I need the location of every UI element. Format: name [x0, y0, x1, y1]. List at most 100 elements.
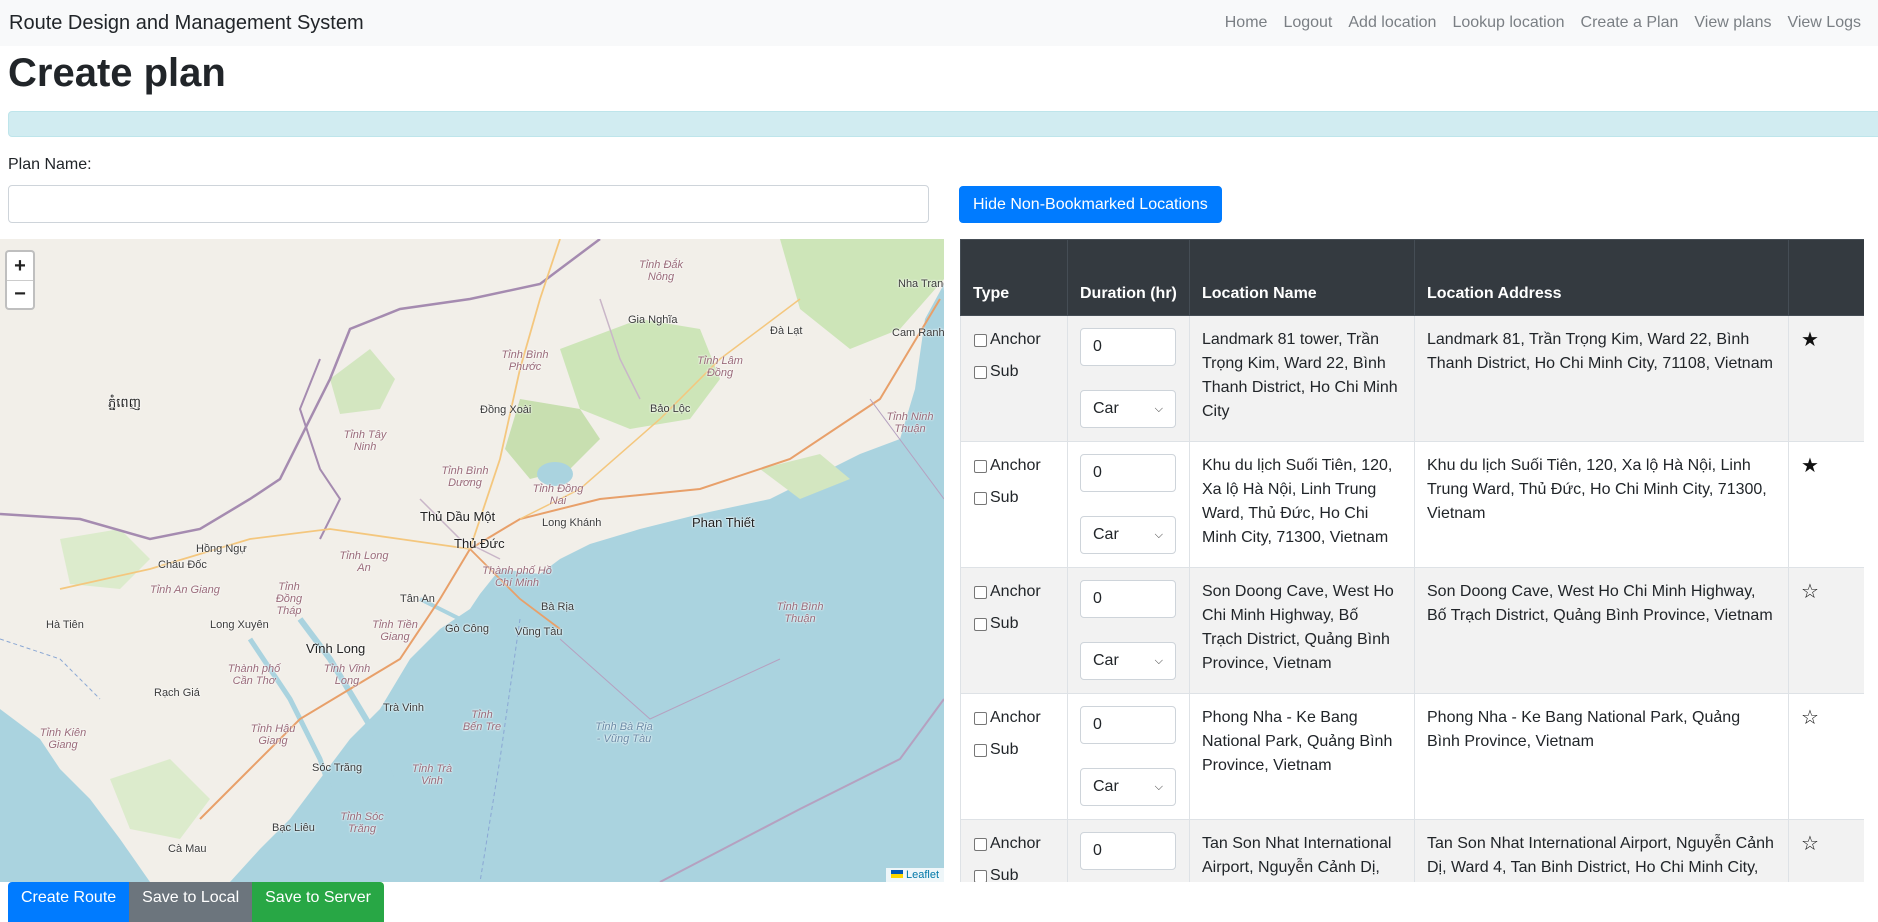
travel-mode-select[interactable]: Car ⌵ — [1080, 642, 1176, 680]
travel-mode-value: Car — [1093, 778, 1119, 795]
plan-name-input[interactable] — [8, 185, 929, 223]
map-label-bac-lieu: Bạc Liêu — [272, 822, 315, 834]
page-title: Create plan — [8, 51, 226, 95]
map-label-thu-duc: Thủ Đức — [454, 536, 505, 551]
duration-input[interactable]: 0 — [1080, 706, 1176, 744]
anchor-option: Anchor — [973, 576, 1055, 608]
sub-checkbox[interactable] — [974, 617, 987, 631]
type-cell: Anchor Sub — [960, 315, 1068, 442]
map[interactable]: ភ្នំពេញ Thủ Dầu Một Thủ Đức Đồng Xoài Bả… — [0, 239, 944, 882]
info-alert — [8, 111, 1878, 137]
sub-option: Sub — [973, 608, 1055, 640]
zoom-out-button[interactable]: − — [7, 280, 33, 308]
nav-link-create-plan[interactable]: Create a Plan — [1573, 14, 1687, 32]
anchor-checkbox[interactable] — [974, 459, 987, 473]
duration-input[interactable]: 0 — [1080, 454, 1176, 492]
bookmark-star-icon[interactable]: ☆ — [1801, 581, 1819, 603]
map-label-hong-ngu: Hồng Ngự — [196, 543, 247, 555]
save-server-button[interactable]: Save to Server — [252, 882, 384, 922]
header-location-address: Location Address — [1414, 239, 1789, 316]
sub-checkbox[interactable] — [974, 743, 987, 757]
travel-mode-select[interactable]: Car ⌵ — [1080, 768, 1176, 806]
chevron-down-icon: ⌵ — [1154, 403, 1163, 415]
sub-option: Sub — [973, 482, 1055, 514]
anchor-label: Anchor — [990, 331, 1041, 348]
sub-checkbox[interactable] — [974, 491, 987, 505]
hide-non-bookmarked-button[interactable]: Hide Non-Bookmarked Locations — [959, 186, 1222, 223]
duration-input[interactable]: 0 — [1080, 832, 1176, 870]
map-attribution[interactable]: Leaflet — [885, 868, 944, 882]
leaflet-flag-icon — [890, 870, 903, 878]
bookmark-cell: ☆ — [1788, 567, 1864, 694]
travel-mode-select[interactable]: Car ⌵ — [1080, 516, 1176, 554]
location-address-cell: Tan Son Nhat International Airport, Nguy… — [1414, 819, 1789, 882]
header-type: Type — [960, 239, 1068, 316]
table-row: Anchor Sub 0 Car ⌵ Tan Son Nhat Internat… — [960, 819, 1864, 882]
anchor-checkbox[interactable] — [974, 837, 987, 851]
map-label-tinh-dak-nong: Tỉnh Đắk Nông — [638, 259, 684, 283]
chevron-down-icon: ⌵ — [1154, 529, 1163, 541]
create-route-button[interactable]: Create Route — [8, 882, 130, 922]
duration-cell: 0 Car ⌵ — [1067, 819, 1190, 882]
map-label-phnom-penh: ភ្នំពេញ — [108, 395, 142, 410]
location-name-cell: Tan Son Nhat International Airport, Nguy… — [1189, 819, 1415, 882]
map-label-chau-doc: Châu Đốc — [158, 559, 207, 571]
map-label-go-cong: Gò Công — [445, 623, 490, 635]
type-cell: Anchor Sub — [960, 441, 1068, 568]
zoom-in-button[interactable]: + — [7, 252, 33, 280]
location-address-cell: Son Doong Cave, West Ho Chi Minh Highway… — [1414, 567, 1789, 694]
anchor-checkbox[interactable] — [974, 333, 987, 347]
sub-checkbox[interactable] — [974, 365, 987, 379]
sub-checkbox[interactable] — [974, 869, 987, 882]
map-label-tinh-binh-phuoc: Tỉnh Bình Phước — [501, 349, 549, 373]
nav-link-home[interactable]: Home — [1217, 14, 1276, 32]
anchor-label: Anchor — [990, 583, 1041, 600]
zoom-control: + − — [5, 250, 35, 310]
anchor-checkbox[interactable] — [974, 585, 987, 599]
bookmark-star-icon[interactable]: ★ — [1801, 329, 1819, 351]
type-cell: Anchor Sub — [960, 819, 1068, 882]
table-row: Anchor Sub 0 Car ⌵ Phong Nha - Ke Bang N… — [960, 693, 1864, 820]
duration-input[interactable]: 0 — [1080, 580, 1176, 618]
travel-mode-select[interactable]: Car ⌵ — [1080, 390, 1176, 428]
location-name-cell: Landmark 81 tower, Trần Trọng Kim, Ward … — [1189, 315, 1415, 442]
locations-table-container[interactable]: Type Duration (hr) Location Name Locatio… — [960, 239, 1864, 882]
map-label-tinh-dong-thap: Tỉnh Đồng Tháp — [275, 581, 303, 617]
bookmark-cell: ★ — [1788, 315, 1864, 442]
anchor-label: Anchor — [990, 709, 1041, 726]
sub-label: Sub — [990, 741, 1019, 758]
chevron-down-icon: ⌵ — [1154, 655, 1163, 667]
map-label-bao-loc: Bảo Lộc — [650, 403, 691, 415]
map-label-tinh-kien-giang: Tỉnh Kiên Giang — [39, 727, 87, 751]
leaflet-link[interactable]: Leaflet — [906, 869, 939, 881]
nav-link-lookup-location[interactable]: Lookup location — [1444, 14, 1572, 32]
map-label-tinh-an-giang: Tỉnh An Giang — [150, 584, 220, 596]
sub-option: Sub — [973, 356, 1055, 388]
travel-mode-value: Car — [1093, 400, 1119, 417]
navbar: Route Design and Management System Home … — [0, 0, 1878, 46]
map-label-tinh-tay-ninh: Tỉnh Tây Ninh — [343, 429, 387, 453]
type-cell: Anchor Sub — [960, 567, 1068, 694]
location-address-cell: Phong Nha - Ke Bang National Park, Quảng… — [1414, 693, 1789, 820]
map-label-gia-nghia: Gia Nghĩa — [628, 314, 678, 326]
map-label-tinh-binh-duong: Tỉnh Bình Dương — [441, 465, 489, 489]
bookmark-star-icon[interactable]: ☆ — [1801, 833, 1819, 855]
anchor-option: Anchor — [973, 702, 1055, 734]
nav-link-logout[interactable]: Logout — [1275, 14, 1340, 32]
duration-input[interactable]: 0 — [1080, 328, 1176, 366]
navbar-brand[interactable]: Route Design and Management System — [9, 12, 364, 35]
anchor-checkbox[interactable] — [974, 711, 987, 725]
map-label-can-tho: Thành phố Cần Thơ — [227, 663, 281, 687]
map-label-phan-thiet: Phan Thiết — [692, 515, 755, 530]
type-cell: Anchor Sub — [960, 693, 1068, 820]
save-local-button[interactable]: Save to Local — [129, 882, 253, 922]
nav-link-view-logs[interactable]: View Logs — [1779, 14, 1869, 32]
location-name-cell: Khu du lịch Suối Tiên, 120, Xa lộ Hà Nội… — [1189, 441, 1415, 568]
nav-link-add-location[interactable]: Add location — [1340, 14, 1444, 32]
map-label-tra-vinh: Trà Vinh — [383, 702, 424, 714]
nav-link-view-plans[interactable]: View plans — [1686, 14, 1779, 32]
duration-cell: 0 Car ⌵ — [1067, 567, 1190, 694]
sub-label: Sub — [990, 363, 1019, 380]
bookmark-star-icon[interactable]: ★ — [1801, 455, 1819, 477]
bookmark-star-icon[interactable]: ☆ — [1801, 707, 1819, 729]
